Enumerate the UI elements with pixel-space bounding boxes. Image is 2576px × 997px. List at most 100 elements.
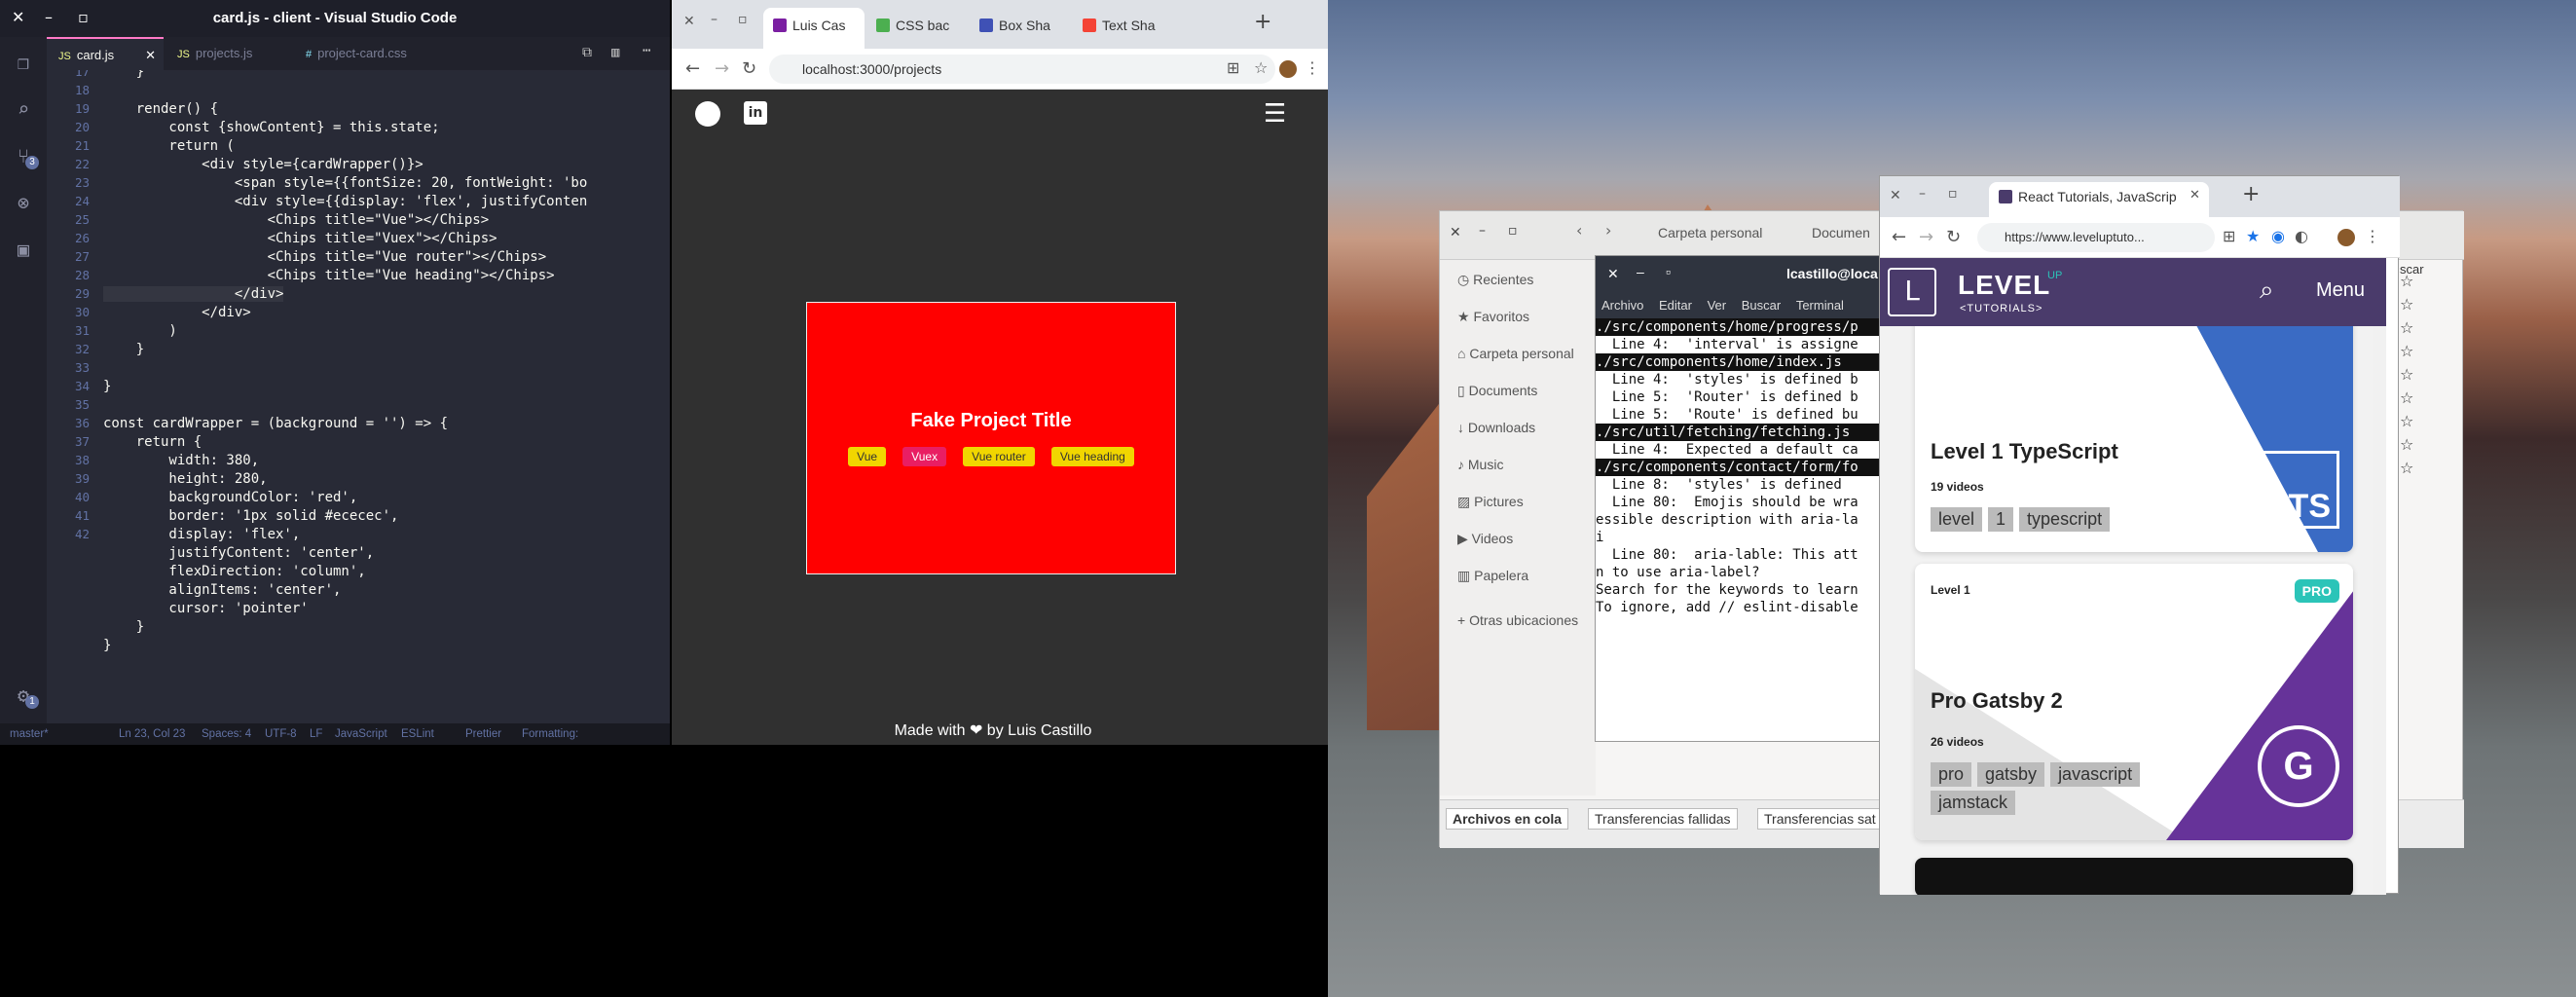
tab-box-shadow[interactable]: Box Sha	[970, 8, 1071, 49]
tab-card-js[interactable]: JS card.js ✕	[47, 37, 164, 70]
prettier-status[interactable]: Prettier	[465, 723, 501, 745]
git-branch[interactable]: master*	[10, 723, 49, 745]
menu-terminal[interactable]: Terminal	[1796, 298, 1844, 313]
code-line[interactable]: }	[103, 342, 144, 357]
minimize-icon[interactable]: –	[45, 8, 53, 26]
code-editor[interactable]: 17 } 18 19 render() {20 const {showContent…	[47, 70, 670, 723]
code-line[interactable]: const {showContent} = this.state;	[103, 120, 439, 135]
tag[interactable]: typescript	[2019, 507, 2111, 532]
avatar[interactable]	[2337, 229, 2355, 246]
sidebar-item-home[interactable]: ⌂ Carpeta personal	[1457, 346, 1574, 361]
extensions-icon[interactable]: ▣	[12, 238, 35, 261]
minimize-icon[interactable]: –	[711, 12, 718, 27]
source-control-icon[interactable]: ⑂ 3	[12, 144, 39, 169]
code-line[interactable]: </div>	[103, 305, 251, 320]
close-icon[interactable]: ✕	[1450, 225, 1461, 240]
code-line[interactable]: )	[103, 323, 176, 339]
tab-failed-transfers[interactable]: Transferencias fallidas	[1588, 808, 1738, 830]
code-line[interactable]: <Chips title="Vue heading"></Chips>	[103, 268, 555, 283]
forward-icon[interactable]: →	[1919, 227, 1933, 247]
back-icon[interactable]: ‹	[1576, 221, 1582, 240]
code-line[interactable]: }	[103, 619, 144, 635]
tab-project-card-css[interactable]: # project-card.css	[294, 37, 460, 70]
tag[interactable]: pro	[1931, 762, 1972, 787]
sidebar-item-trash[interactable]: ▥ Papelera	[1457, 568, 1528, 584]
debug-icon[interactable]: ⊗	[12, 191, 35, 214]
menu-ver[interactable]: Ver	[1708, 298, 1727, 313]
close-icon[interactable]: ✕	[1607, 266, 1619, 282]
code-line[interactable]: height: 280,	[103, 471, 267, 487]
maximize-icon[interactable]: ▫	[1948, 186, 1958, 202]
code-line[interactable]: <Chips title="Vue router"></Chips>	[103, 249, 547, 265]
close-tab-icon[interactable]: ✕	[145, 39, 156, 72]
forward-icon[interactable]: →	[715, 58, 729, 79]
tab-successful-transfers[interactable]: Transferencias sat	[1757, 808, 1883, 830]
levelup-logo-icon[interactable]: L	[1888, 268, 1936, 316]
sidebar-item-downloads[interactable]: ↓ Downloads	[1457, 420, 1535, 435]
extension-icon[interactable]: ◐	[2295, 227, 2308, 245]
close-icon[interactable]: ✕	[683, 14, 695, 29]
sidebar-item-favoritos[interactable]: ★ Favoritos	[1457, 309, 1529, 325]
address-bar[interactable]: https://www.leveluptuto...	[1977, 223, 2215, 252]
project-card[interactable]: Fake Project Title Vue Vuex Vue router V…	[806, 302, 1176, 574]
terminal-output[interactable]: ./src/components/home/progress/p Line 4:…	[1596, 318, 1888, 743]
breadcrumb-documents[interactable]: Documen	[1812, 225, 1870, 240]
tag[interactable]: javascript	[2050, 762, 2141, 787]
code-line[interactable]: }	[103, 638, 111, 653]
translate-icon[interactable]: ⊞	[1227, 58, 1239, 77]
bookmark-star-icon[interactable]: ★	[2246, 227, 2260, 245]
minimize-icon[interactable]: –	[1637, 264, 1644, 279]
more-icon[interactable]: ⋯	[643, 43, 650, 58]
maximize-icon[interactable]: ▫	[78, 8, 89, 26]
reload-icon[interactable]: ↻	[1946, 227, 1961, 247]
code-line[interactable]: cursor: 'pointer'	[103, 601, 308, 616]
code-line[interactable]: justifyContent: 'center',	[103, 545, 374, 561]
split-editor-icon[interactable]: ⧉	[582, 45, 592, 60]
search-icon[interactable]: ⌕	[12, 97, 35, 121]
new-tab-icon[interactable]: +	[1254, 10, 1271, 34]
code-line[interactable]: const cardWrapper = (background = '') =>…	[103, 416, 448, 431]
layout-icon[interactable]: ▥	[611, 45, 619, 60]
sidebar-item-recientes[interactable]: ◷ Recientes	[1457, 272, 1533, 288]
address-bar[interactable]: localhost:3000/projects	[769, 55, 1275, 84]
chip-vue-heading[interactable]: Vue heading	[1050, 447, 1134, 466]
code-line[interactable]: }	[103, 379, 111, 394]
avatar[interactable]	[1279, 60, 1297, 78]
code-line[interactable]: return {	[103, 434, 202, 450]
language-mode[interactable]: JavaScript	[335, 723, 387, 745]
tab-css-background[interactable]: CSS bac	[866, 8, 968, 49]
code-line[interactable]: alignItems: 'center',	[103, 582, 341, 598]
menu-buscar[interactable]: Buscar	[1742, 298, 1781, 313]
sidebar-item-documents[interactable]: ▯ Documents	[1457, 383, 1537, 399]
chip-vuex[interactable]: Vuex	[902, 447, 947, 466]
brand-name[interactable]: LEVEL	[1958, 270, 2050, 301]
code-line[interactable]: <span style={{fontSize: 20, fontWeight: …	[103, 175, 587, 191]
tag[interactable]: 1	[1988, 507, 2014, 532]
hamburger-menu-icon[interactable]: ☰	[1264, 99, 1286, 129]
close-icon[interactable]: ✕	[12, 8, 24, 26]
course-card-next[interactable]	[1915, 858, 2353, 895]
github-icon[interactable]	[695, 101, 720, 127]
tab-react-tutorials[interactable]: React Tutorials, JavaScrip	[1989, 182, 2209, 217]
tab-text-shadow[interactable]: Text Sha	[1073, 8, 1174, 49]
indentation[interactable]: Spaces: 4	[202, 723, 251, 745]
code-line[interactable]: <div style={{display: 'flex', justifyCon…	[103, 194, 587, 209]
search-icon[interactable]: ⌕	[2260, 276, 2274, 306]
code-line[interactable]: width: 380,	[103, 453, 259, 468]
code-line[interactable]: <Chips title="Vue"></Chips>	[103, 212, 490, 228]
more-icon[interactable]: ⋮	[2365, 227, 2380, 245]
translate-icon[interactable]: ⊞	[2223, 227, 2235, 245]
code-line[interactable]: backgroundColor: 'red',	[103, 490, 357, 505]
back-icon[interactable]: ←	[685, 58, 700, 79]
chip-vue-router[interactable]: Vue router	[963, 447, 1035, 466]
tag[interactable]: gatsby	[1977, 762, 2045, 787]
menu-archivo[interactable]: Archivo	[1601, 298, 1643, 313]
menu-editar[interactable]: Editar	[1659, 298, 1692, 313]
code-line[interactable]: </div>	[103, 286, 284, 302]
sidebar-item-videos[interactable]: ▶ Videos	[1457, 531, 1513, 547]
code-line[interactable]: return (	[103, 138, 234, 154]
tab-luis-castillo[interactable]: Luis Cas	[763, 8, 865, 49]
explorer-icon[interactable]: ❐	[12, 51, 35, 74]
star-outline-icon[interactable]: ☆ ☆ ☆ ☆ ☆ ☆ ☆ ☆ ☆	[2400, 270, 2429, 480]
reload-icon[interactable]: ↻	[742, 58, 756, 79]
